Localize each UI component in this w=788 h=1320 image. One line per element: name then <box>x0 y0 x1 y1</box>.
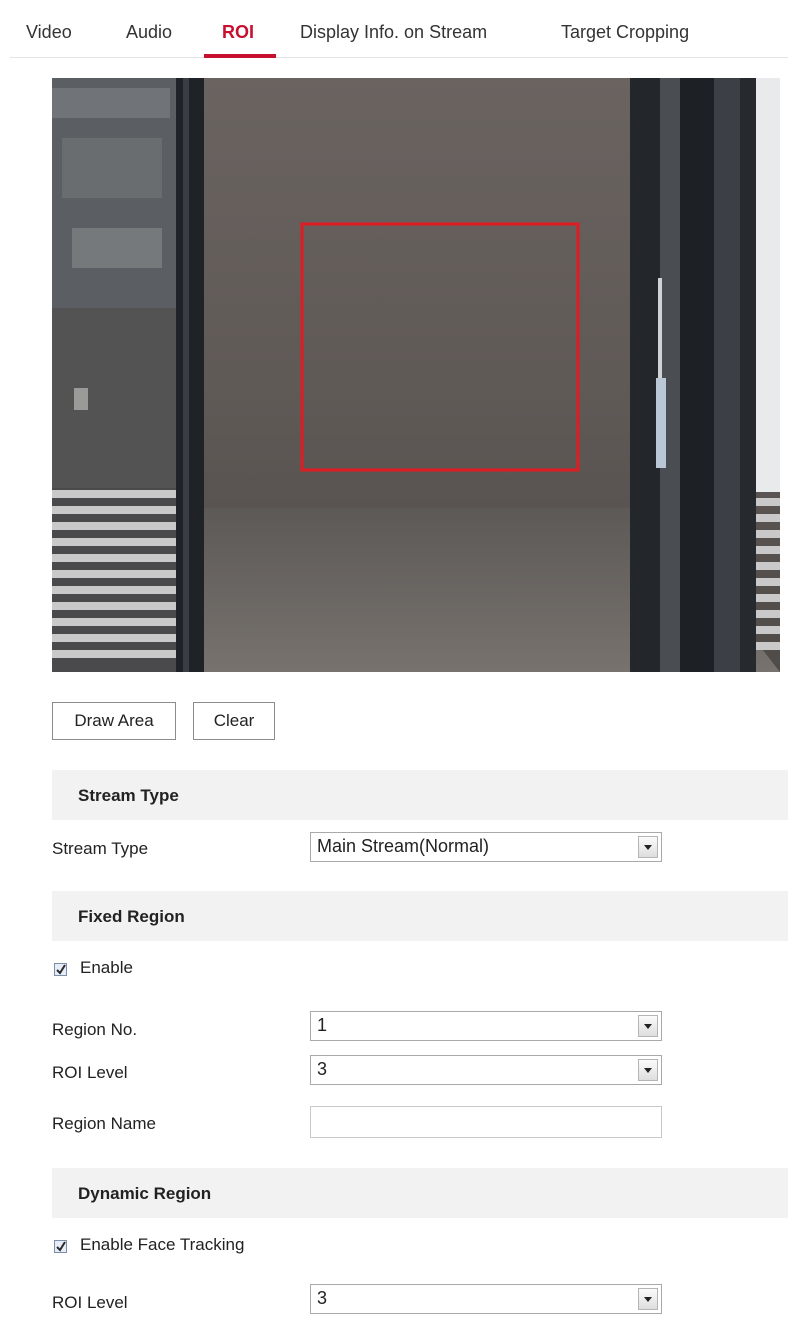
region-name-label: Region Name <box>52 1114 156 1133</box>
checkmark-icon <box>56 964 66 975</box>
checkmark-icon <box>56 1241 66 1252</box>
enable-checkbox[interactable] <box>54 963 67 976</box>
fixed-roi-level-select[interactable]: 3 <box>310 1055 662 1085</box>
tab-target-cropping[interactable]: Target Cropping <box>561 22 689 43</box>
section-title: Stream Type <box>78 786 179 805</box>
chevron-down-icon <box>638 1059 658 1081</box>
enable-label: Enable <box>80 958 133 977</box>
tab-display-info-on-stream[interactable]: Display Info. on Stream <box>300 22 487 43</box>
dynamic-roi-level-label: ROI Level <box>52 1293 128 1312</box>
clear-button[interactable]: Clear <box>193 702 275 740</box>
tab-bar: Video Audio ROI Display Info. on Stream … <box>0 0 788 58</box>
tab-video[interactable]: Video <box>26 22 72 43</box>
fixed-region-section-header: Fixed Region <box>52 891 788 941</box>
draw-area-button[interactable]: Draw Area <box>52 702 176 740</box>
region-no-value: 1 <box>317 1015 328 1035</box>
stream-type-label: Stream Type <box>52 839 149 858</box>
section-title: Dynamic Region <box>78 1184 212 1203</box>
enable-face-tracking-label: Enable Face Tracking <box>80 1235 245 1254</box>
section-title: Fixed Region <box>78 907 185 926</box>
chevron-down-icon <box>638 1288 658 1310</box>
camera-scene <box>52 78 780 672</box>
roi-level-label: ROI Level <box>52 1063 128 1082</box>
active-tab-indicator <box>204 54 276 58</box>
region-no-select[interactable]: 1 <box>310 1011 662 1041</box>
tab-roi[interactable]: ROI <box>222 22 254 43</box>
chevron-down-icon <box>638 1015 658 1037</box>
live-video-preview[interactable] <box>52 78 780 672</box>
stream-type-value: Main Stream(Normal) <box>317 836 490 856</box>
enable-face-tracking-checkbox[interactable] <box>54 1240 67 1253</box>
stream-type-select[interactable]: Main Stream(Normal) <box>310 832 662 862</box>
tab-audio[interactable]: Audio <box>126 22 172 43</box>
roi-level-value: 3 <box>317 1288 328 1308</box>
chevron-down-icon <box>638 836 658 858</box>
stream-type-section-header: Stream Type <box>52 770 788 820</box>
dynamic-roi-level-select[interactable]: 3 <box>310 1284 662 1314</box>
dynamic-region-section-header: Dynamic Region <box>52 1168 788 1218</box>
region-name-input[interactable] <box>310 1106 662 1138</box>
roi-level-value: 3 <box>317 1059 328 1079</box>
tab-bar-divider <box>10 57 788 58</box>
region-no-label: Region No. <box>52 1020 138 1039</box>
